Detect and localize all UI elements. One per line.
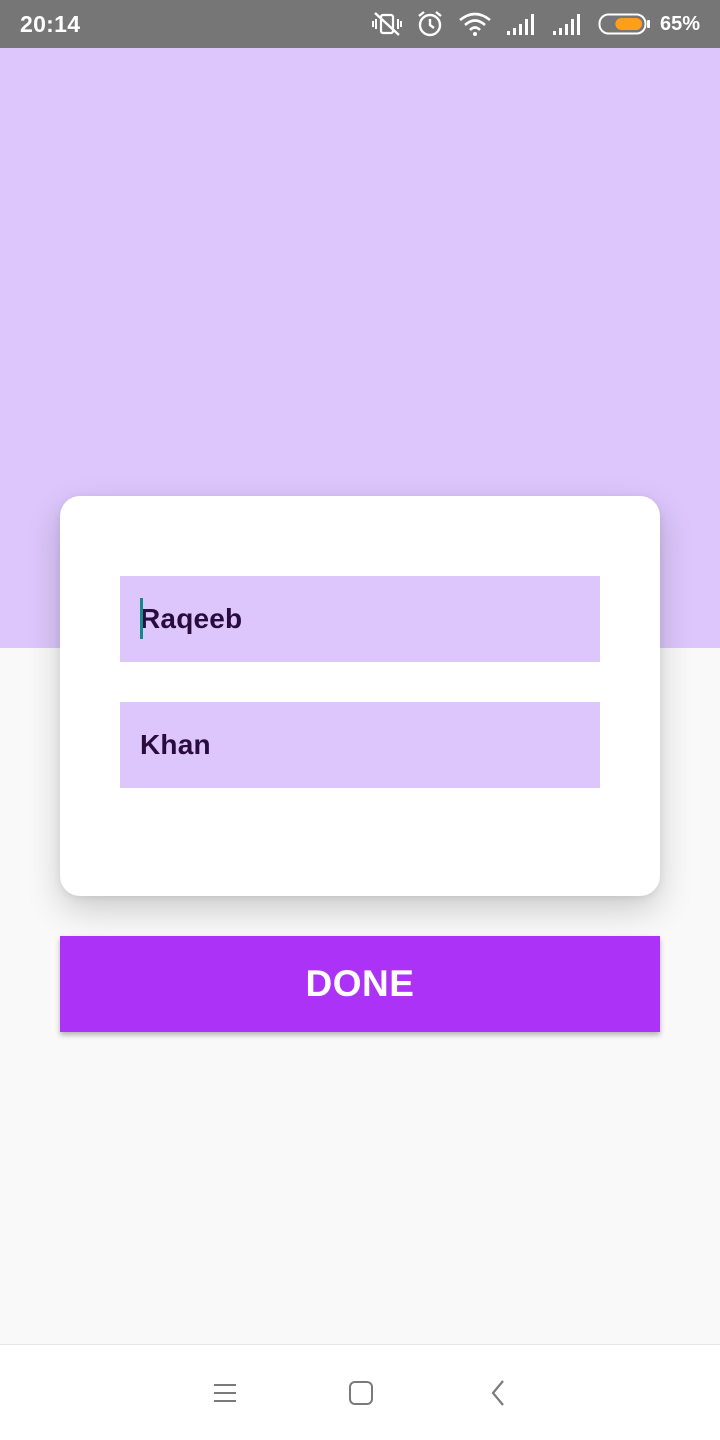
status-bar: 20:14 65% xyxy=(0,0,720,48)
menu-button[interactable] xyxy=(205,1375,245,1411)
last-name-field[interactable]: Khan xyxy=(120,702,600,788)
back-icon xyxy=(491,1380,504,1406)
battery-percent: 65% xyxy=(659,12,700,35)
screen: 20:14 65% Raqeeb Khan DONE xyxy=(0,0,720,1440)
battery-icon xyxy=(598,13,652,35)
navigation-bar xyxy=(0,1344,720,1440)
done-label: DONE xyxy=(305,963,415,1004)
alarm-icon xyxy=(416,10,444,38)
back-button[interactable] xyxy=(479,1375,519,1411)
battery: 65% xyxy=(598,13,700,36)
status-icons: 65% xyxy=(371,10,700,38)
status-time: 20:14 xyxy=(20,10,81,37)
signal-icon xyxy=(552,12,584,36)
name-card: Raqeeb Khan xyxy=(60,496,660,896)
menu-icon xyxy=(214,1384,236,1402)
vibrate-off-icon xyxy=(371,11,402,37)
done-button[interactable]: DONE xyxy=(60,936,660,1032)
wifi-icon xyxy=(458,11,492,37)
first-name-field[interactable]: Raqeeb xyxy=(120,576,600,662)
signal-icon xyxy=(506,12,538,36)
text-cursor xyxy=(140,598,143,639)
first-name-value: Raqeeb xyxy=(140,603,243,634)
last-name-value: Khan xyxy=(140,729,211,760)
home-button[interactable] xyxy=(341,1375,381,1411)
home-icon xyxy=(349,1381,373,1405)
